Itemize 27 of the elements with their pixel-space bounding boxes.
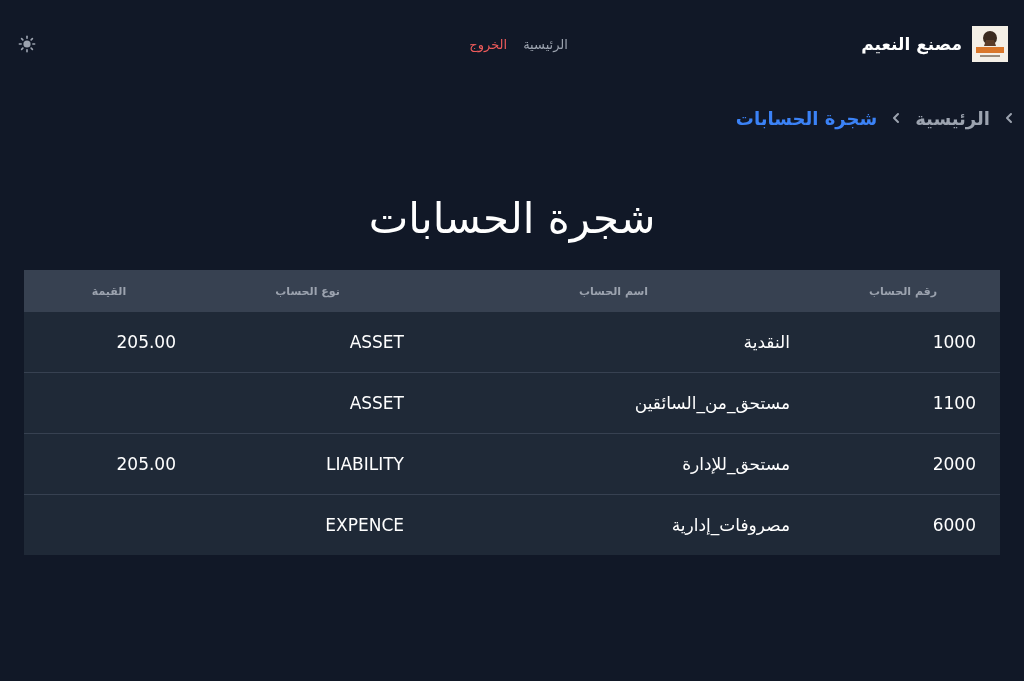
table-cell: النقدية [743,332,790,352]
table-cell: LIABILITY [325,454,404,474]
brand-name: مصنع النعيم [861,34,962,54]
breadcrumb-link[interactable]: شجرة الحسابات [735,107,878,129]
table-cell: مستحق_من_السائقين [634,393,790,413]
table-cell: EXPENCE [325,515,404,535]
sun-icon[interactable] [18,35,36,53]
column-header: رقم الحساب [806,270,1000,312]
column-header: نوع الحساب [194,270,421,312]
table-cell: 1100 [932,393,976,413]
table-cell: ASSET [349,332,404,352]
table-cell: مصروفات_إدارية [671,515,790,535]
table-cell: 205.00 [116,454,176,474]
table-cell: 6000 [932,515,976,535]
table-cell: 2000 [932,454,976,474]
chevron-icon [891,112,902,124]
page-title: شجرة الحسابات [367,193,657,245]
table-cell: 1000 [932,332,976,352]
table-cell: مستحق_للإدارة [682,454,790,474]
table-cell: 205.00 [116,332,176,352]
column-header: اسم الحساب [421,270,806,312]
column-header: القيمة [24,270,194,312]
breadcrumb-link[interactable]: الرئيسية [915,107,990,129]
nav-link[interactable]: الخروج [469,36,508,52]
table-cell: ASSET [349,393,404,413]
nav-link[interactable]: الرئيسية [523,36,568,52]
chevron-icon [1004,112,1014,124]
